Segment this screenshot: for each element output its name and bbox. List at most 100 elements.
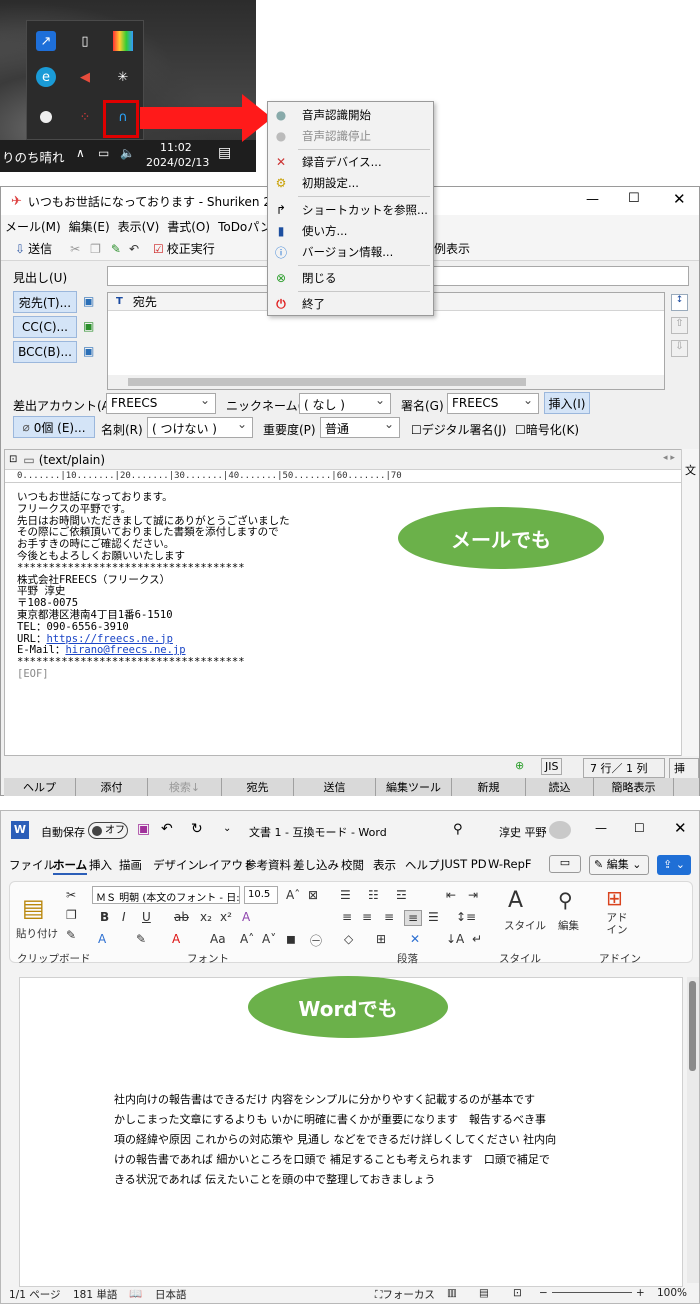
bottom-button[interactable]: 編集ツール bbox=[376, 778, 452, 796]
address-book-icon[interactable]: ▣ bbox=[83, 294, 94, 308]
clear-format-icon[interactable]: A bbox=[242, 910, 250, 924]
focus-button[interactable]: ⛶フォーカス bbox=[375, 1287, 435, 1302]
zoom-slider[interactable]: − + bbox=[539, 1287, 645, 1299]
menu-item-version[interactable]: ⓘ バージョン情報... bbox=[268, 242, 433, 262]
clock-date[interactable]: 2024/02/13 bbox=[146, 156, 209, 169]
menu-item-close[interactable]: ⊗ 閉じる bbox=[268, 268, 433, 288]
ribbon-tab[interactable]: 描画 bbox=[119, 857, 142, 873]
url-link[interactable]: https://freecs.ne.jp bbox=[46, 633, 172, 645]
comment-button[interactable]: ▭ bbox=[549, 855, 581, 873]
menu-item-recording-device[interactable]: ✕ 録音デバイス... bbox=[268, 152, 433, 172]
justify-icon[interactable]: ≡ bbox=[404, 910, 422, 926]
text-effect-icon[interactable]: A bbox=[98, 932, 106, 946]
proofread-button[interactable]: 校正実行 bbox=[164, 240, 215, 257]
shading-icon[interactable]: ◇ bbox=[344, 932, 353, 946]
pen-icon[interactable]: ✎ bbox=[101, 242, 121, 256]
paste-button[interactable]: 貼り付け bbox=[16, 926, 58, 941]
menu-item-start-recognition[interactable]: ● 音声認識開始 bbox=[268, 105, 433, 125]
ribbon-tab[interactable]: 校閲 bbox=[341, 857, 364, 873]
distribute-icon[interactable]: ☰ bbox=[428, 910, 439, 924]
volume-icon[interactable]: 🔈 bbox=[120, 146, 135, 160]
menu-mail[interactable]: メール(M) bbox=[1, 218, 65, 235]
account-select[interactable]: FREECS bbox=[106, 393, 216, 414]
addin-icon[interactable]: ⊞ bbox=[606, 886, 623, 910]
char-shading-icon[interactable]: ◼ bbox=[286, 932, 296, 946]
zoom-level[interactable]: 100% bbox=[657, 1287, 687, 1299]
align-center-icon[interactable]: ≡ bbox=[362, 910, 372, 924]
bottom-button[interactable]: 新規 bbox=[452, 778, 526, 796]
align-left-icon[interactable]: ≡ bbox=[342, 910, 352, 924]
menu-item-how-to-use[interactable]: ▮ 使い方... bbox=[268, 221, 433, 241]
asian-layout-icon[interactable]: ✕ bbox=[410, 932, 420, 946]
read-mode-icon[interactable]: ▥ bbox=[447, 1287, 457, 1299]
attach-button[interactable]: ⌀ 0個 (E)... bbox=[13, 416, 95, 438]
weather-text[interactable]: りのち晴れ bbox=[2, 147, 65, 166]
ribbon-tab[interactable]: 差し込み bbox=[293, 857, 339, 873]
notification-icon[interactable]: ▤ bbox=[218, 145, 231, 161]
address-book-icon[interactable]: ▣ bbox=[83, 319, 94, 333]
save-icon[interactable]: ▣ bbox=[137, 821, 150, 837]
menu-item-shortcut[interactable]: ↱ ショートカットを参照... bbox=[268, 200, 433, 220]
bullets-icon[interactable]: ☰ bbox=[340, 888, 351, 902]
copy-icon[interactable]: ❐ bbox=[80, 242, 101, 256]
format-painter-icon[interactable]: ✎ bbox=[66, 928, 76, 942]
shrink-font-icon[interactable]: A˅ bbox=[262, 932, 276, 946]
clock-time[interactable]: 11:02 bbox=[160, 141, 192, 154]
addin-button[interactable]: アド イン bbox=[604, 912, 630, 936]
superscript-button[interactable]: x² bbox=[220, 910, 232, 924]
autosave-toggle[interactable]: オフ bbox=[88, 822, 128, 839]
borders-icon[interactable]: ⊞ bbox=[376, 932, 386, 946]
web-layout-icon[interactable]: ⊡ bbox=[513, 1287, 522, 1299]
menu-edit[interactable]: 編集(E) bbox=[65, 218, 114, 235]
bottom-button[interactable]: 送信 bbox=[294, 778, 376, 796]
body-tab[interactable]: (text/plain) bbox=[39, 453, 105, 467]
paste-icon[interactable]: ▤ bbox=[22, 894, 45, 922]
to-button[interactable]: 宛先(T)... bbox=[13, 291, 77, 313]
indent-decrease-icon[interactable]: ⇤ bbox=[446, 888, 456, 902]
undo-icon[interactable]: ↶ bbox=[121, 242, 139, 256]
dots-app-icon[interactable]: ⁘ bbox=[75, 107, 95, 127]
line-spacing-icon[interactable]: ↕≡ bbox=[456, 910, 476, 924]
ribbon-tab[interactable]: 参考資料 bbox=[245, 857, 291, 873]
customize-icon[interactable]: ⌄ bbox=[223, 823, 231, 834]
cut-icon[interactable]: ✂ bbox=[66, 888, 76, 902]
minimize-button[interactable]: — bbox=[595, 821, 607, 835]
font-color-icon[interactable]: A bbox=[172, 932, 180, 946]
proofing-icon[interactable]: 📖 bbox=[129, 1287, 142, 1300]
ribbon-tab[interactable]: W-RepF bbox=[488, 857, 532, 871]
styles-button[interactable]: スタイル bbox=[504, 918, 546, 933]
vertical-scrollbar[interactable] bbox=[687, 977, 699, 1283]
address-book-icon[interactable]: ▣ bbox=[83, 344, 94, 358]
cc-button[interactable]: CC(C)... bbox=[13, 316, 77, 338]
paragraph-mark-icon[interactable]: ↵ bbox=[472, 932, 482, 946]
styles-icon[interactable]: A bbox=[508, 888, 523, 913]
ribbon-tab[interactable]: デザイン bbox=[153, 857, 199, 873]
ribbon-tab[interactable]: JUST PD bbox=[441, 857, 487, 871]
redo-icon[interactable]: ↻ bbox=[191, 821, 203, 837]
multilevel-icon[interactable]: ☲ bbox=[396, 888, 407, 902]
ribbon-tab[interactable]: 表示 bbox=[373, 857, 396, 873]
bold-button[interactable]: B bbox=[100, 910, 109, 924]
ribbon-tab[interactable]: 挿入 bbox=[89, 857, 112, 873]
tab-scroll-arrows[interactable]: ◂ ▸ bbox=[663, 453, 675, 463]
word-count[interactable]: 181 単語 bbox=[73, 1287, 117, 1302]
color-palette-icon[interactable] bbox=[113, 31, 133, 51]
browser-e-icon[interactable]: e bbox=[36, 67, 56, 87]
indent-increase-icon[interactable]: ⇥ bbox=[468, 888, 478, 902]
body-editor[interactable]: ⊡ ▭ (text/plain) ◂ ▸ 0.......|10.......|… bbox=[4, 449, 690, 756]
close-button[interactable]: ✕ bbox=[673, 190, 686, 208]
sort-icon[interactable]: ↕ bbox=[671, 294, 688, 311]
chevron-up-icon[interactable]: ∧ bbox=[76, 146, 85, 160]
bottom-button[interactable]: 簡略表示 bbox=[594, 778, 674, 796]
bottom-button[interactable]: 読込 bbox=[526, 778, 594, 796]
grow-font-icon[interactable]: Aˆ bbox=[286, 888, 300, 902]
nickname-select[interactable]: ( なし ) bbox=[299, 393, 391, 414]
subscript-button[interactable]: x₂ bbox=[200, 910, 212, 924]
speaker-muted-icon[interactable]: ◀ bbox=[75, 67, 95, 87]
edit-mode-button[interactable]: ✎ 編集 ⌄ bbox=[589, 855, 649, 875]
menu-view[interactable]: 表示(V) bbox=[114, 218, 164, 235]
bottom-button[interactable]: 宛先 bbox=[222, 778, 294, 796]
example-button[interactable]: 例表示 bbox=[434, 240, 470, 257]
bottom-button[interactable]: 添付 bbox=[76, 778, 148, 796]
char-border-icon[interactable]: ⊠ bbox=[308, 888, 318, 902]
